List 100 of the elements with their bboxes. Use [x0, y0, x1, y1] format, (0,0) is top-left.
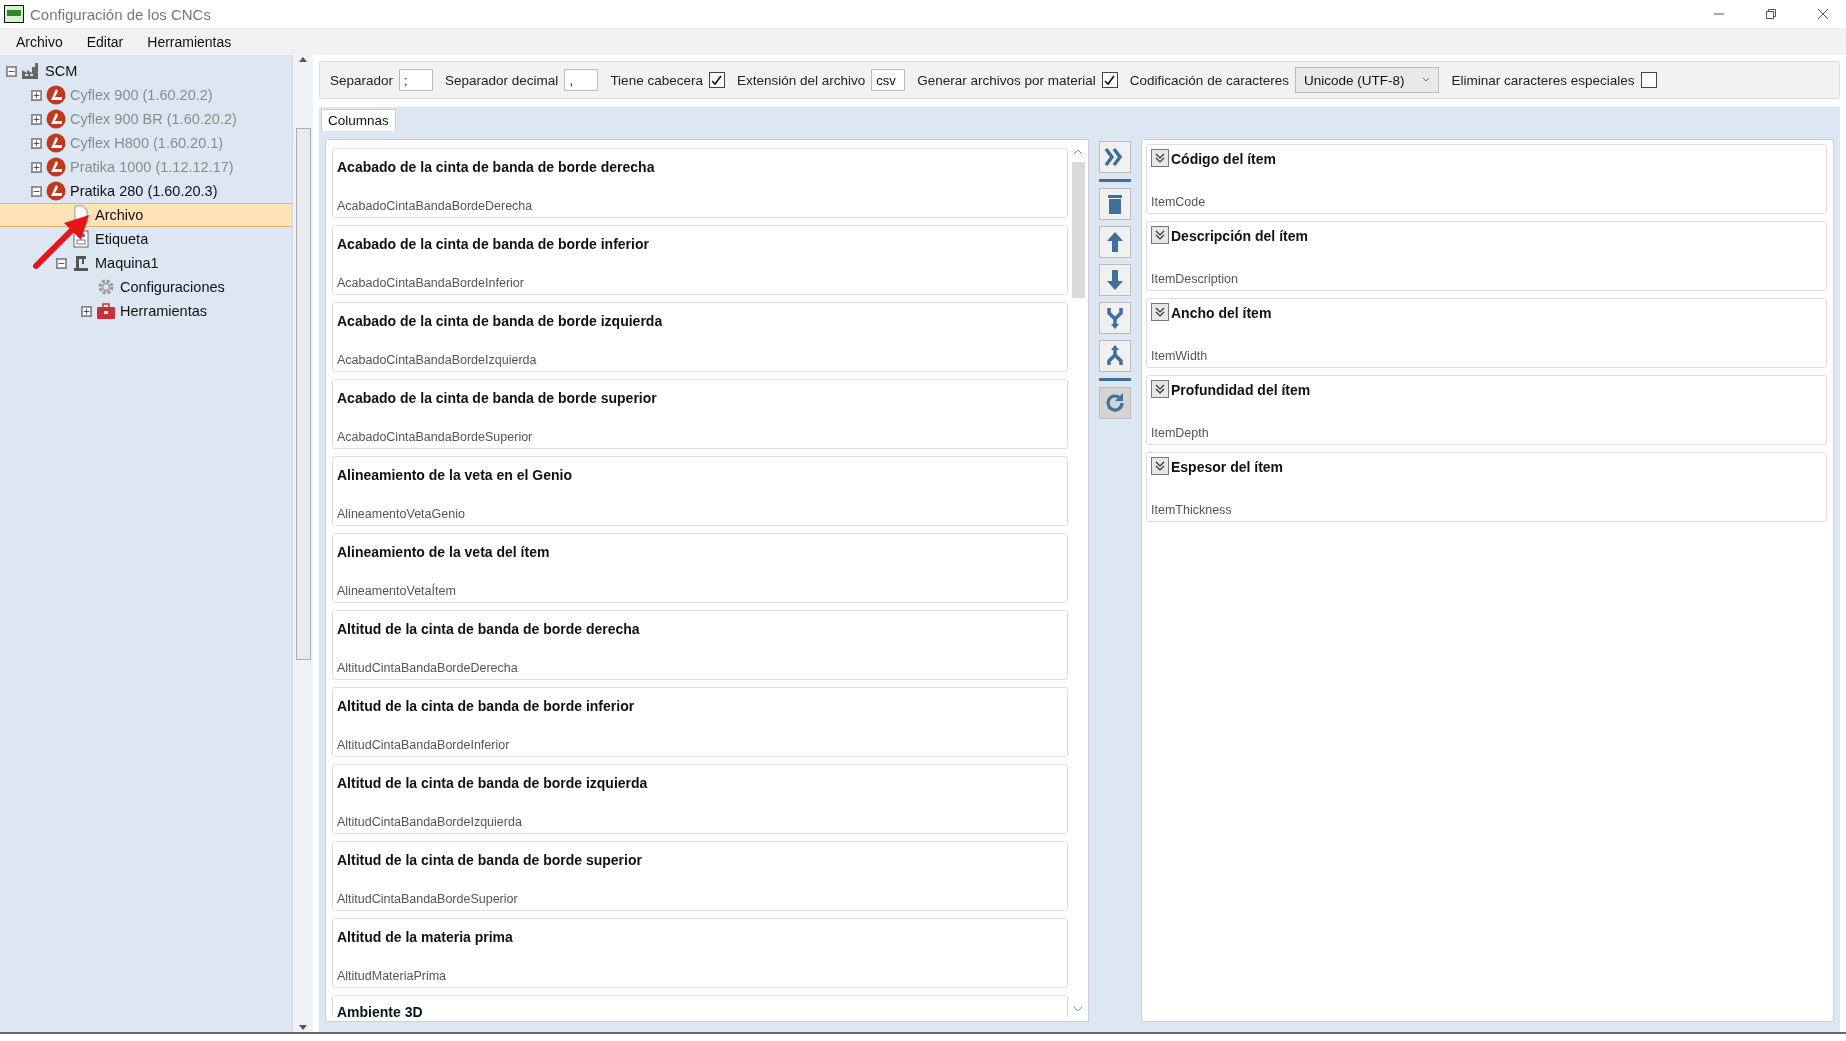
- option-label: Codificación de caracteres: [1129, 72, 1289, 88]
- column-card[interactable]: Altitud de la cinta de banda de borde izquierda AltitudCintaBandaBordeIzquierda: [332, 764, 1068, 834]
- input-field[interactable]: csv: [871, 69, 906, 91]
- column-title: Altitud de la cinta de banda de borde derecha: [337, 621, 641, 637]
- scroll-thumb[interactable]: [295, 127, 311, 660]
- expand-icon[interactable]: [31, 161, 42, 173]
- split-button[interactable]: [1099, 340, 1131, 372]
- column-card[interactable]: Ancho del ítem ItemWidth: [1146, 298, 1827, 368]
- column-field: ItemDepth: [1151, 426, 1822, 440]
- tree-item[interactable]: Archivo: [0, 203, 292, 227]
- refresh-button[interactable]: [1099, 387, 1131, 419]
- column-card[interactable]: Acabado de la cinta de banda de borde inferior AcabadoCintaBandaBordeInferior: [332, 225, 1068, 295]
- menu-item[interactable]: Archivo: [6, 32, 73, 52]
- expand-icon[interactable]: [31, 137, 42, 149]
- tree-item[interactable]: SCM: [0, 59, 292, 83]
- tab[interactable]: Columnas: [321, 109, 396, 131]
- column-card[interactable]: Altitud de la materia prima AltitudMateriaPrima: [332, 918, 1068, 988]
- input-field[interactable]: ;: [399, 69, 434, 91]
- scroll-down-icon[interactable]: [298, 1024, 308, 1032]
- option-label: Extensión del archivo: [736, 72, 866, 88]
- add-all-button[interactable]: [1099, 141, 1131, 173]
- column-card[interactable]: Altitud de la cinta de banda de borde superior AltitudCintaBandaBordeSuperior: [332, 841, 1068, 911]
- double-chevron-icon: [1154, 306, 1166, 318]
- column-card[interactable]: Ambiente 3D: [332, 995, 1068, 1017]
- app-icon: [4, 5, 24, 23]
- arrow-up-button[interactable]: [1099, 226, 1131, 258]
- column-field: ItemCode: [1151, 195, 1822, 209]
- close-icon: [1817, 8, 1829, 20]
- machine-icon: [71, 253, 91, 273]
- chevron-icon[interactable]: [1151, 457, 1169, 475]
- toolbox-icon: [96, 301, 116, 321]
- expand-icon[interactable]: [31, 89, 42, 101]
- expand-icon[interactable]: [81, 305, 92, 317]
- column-title: Descripción del ítem: [1171, 228, 1308, 244]
- chevron-icon[interactable]: [1151, 380, 1169, 398]
- logo-icon: [46, 157, 66, 177]
- column-title: Acabado de la cinta de banda de borde derecha: [337, 159, 656, 175]
- caret-icon: [1422, 77, 1431, 83]
- column-card[interactable]: Espesor del ítem ItemThickness: [1146, 452, 1827, 522]
- expand-icon[interactable]: [31, 113, 42, 125]
- column-card[interactable]: Alineamiento de la veta del ítem AlineamentoVetaÍtem: [332, 533, 1068, 603]
- collapse-icon[interactable]: [56, 257, 67, 269]
- tree-item[interactable]: Herramientas: [0, 299, 292, 323]
- checkbox[interactable]: [708, 72, 725, 88]
- option-label: Separador decimal: [445, 72, 559, 88]
- menu-item[interactable]: Editar: [76, 32, 134, 52]
- merge-button[interactable]: [1099, 302, 1131, 334]
- scrollbar[interactable]: [292, 55, 313, 1032]
- column-card[interactable]: Código del ítem ItemCode: [1146, 144, 1827, 214]
- option-label: Tiene cabecera: [610, 72, 703, 88]
- column-field: AcabadoCintaBandaBordeIzquierda: [337, 353, 1063, 367]
- column-card[interactable]: Altitud de la cinta de banda de borde inferior AltitudCintaBandaBordeInferior: [332, 687, 1068, 757]
- scroll-up-icon[interactable]: [1073, 148, 1083, 156]
- collapse-icon[interactable]: [6, 65, 17, 77]
- tree-item[interactable]: Configuraciones: [0, 275, 292, 299]
- double-chevron-icon: [1154, 383, 1166, 395]
- arrow-down-button[interactable]: [1099, 264, 1131, 296]
- column-card[interactable]: Acabado de la cinta de banda de borde derecha AcabadoCintaBandaBordeDerecha: [332, 148, 1068, 218]
- column-field: AcabadoCintaBandaBordeDerecha: [337, 199, 1063, 213]
- column-title: Acabado de la cinta de banda de borde izquierda: [337, 313, 664, 329]
- column-field: AlineamentoVetaÍtem: [337, 584, 1063, 598]
- column-title: Espesor del ítem: [1171, 459, 1284, 475]
- option-label: Separador: [330, 72, 394, 88]
- column-title: Altitud de la materia prima: [337, 929, 514, 945]
- tree-item[interactable]: Pratika 280 (1.60.20.3): [0, 179, 292, 203]
- column-card[interactable]: Acabado de la cinta de banda de borde izquierda AcabadoCintaBandaBordeIzquierda: [332, 302, 1068, 372]
- column-card[interactable]: Descripción del ítem ItemDescription: [1146, 221, 1827, 291]
- column-field: AltitudCintaBandaBordeDerecha: [337, 661, 1063, 675]
- checkbox[interactable]: [1640, 72, 1657, 88]
- scroll-down-icon[interactable]: [1073, 1005, 1083, 1013]
- column-field: AltitudCintaBandaBordeInferior: [337, 738, 1063, 752]
- option-label: Eliminar caracteres especiales: [1451, 72, 1635, 88]
- collapse-icon[interactable]: [31, 185, 42, 197]
- scroll-thumb[interactable]: [1071, 162, 1085, 298]
- column-card[interactable]: Profundidad del ítem ItemDepth: [1146, 375, 1827, 445]
- column-card[interactable]: Acabado de la cinta de banda de borde superior AcabadoCintaBandaBordeSuperior: [332, 379, 1068, 449]
- dropdown[interactable]: Unicode (UTF-8): [1294, 67, 1440, 93]
- checkbox[interactable]: [1101, 72, 1118, 88]
- column-card[interactable]: Alineamiento de la veta en el Genio AlineamentoVetaGenio: [332, 456, 1068, 526]
- delete-button[interactable]: [1099, 188, 1131, 220]
- column-field: AltitudCintaBandaBordeSuperior: [337, 892, 1063, 906]
- menu-item[interactable]: Herramientas: [137, 32, 242, 52]
- column-card[interactable]: Altitud de la cinta de banda de borde derecha AltitudCintaBandaBordeDerecha: [332, 610, 1068, 680]
- chevron-icon[interactable]: [1151, 149, 1169, 167]
- tree-item[interactable]: Maquina1: [0, 251, 292, 275]
- column-title: Alineamiento de la veta en el Genio: [337, 467, 573, 483]
- double-chevron-icon: [1154, 460, 1166, 472]
- column-field: ItemThickness: [1151, 503, 1822, 517]
- chevron-icon[interactable]: [1151, 303, 1169, 321]
- refresh-icon: [1103, 391, 1127, 415]
- double-chevron-icon: [1154, 229, 1166, 241]
- restore-icon: [1765, 8, 1777, 20]
- column-title: Alineamiento de la veta del ítem: [337, 544, 551, 560]
- window-title: Configuración de los CNCs: [30, 5, 211, 23]
- column-title: Altitud de la cinta de banda de borde izquierda: [337, 775, 649, 791]
- column-title: Acabado de la cinta de banda de borde inferior: [337, 236, 650, 252]
- chevron-icon[interactable]: [1151, 226, 1169, 244]
- column-field: AlineamentoVetaGenio: [337, 507, 1063, 521]
- input-field[interactable]: ,: [564, 69, 599, 91]
- column-field: AcabadoCintaBandaBordeInferior: [337, 276, 1063, 290]
